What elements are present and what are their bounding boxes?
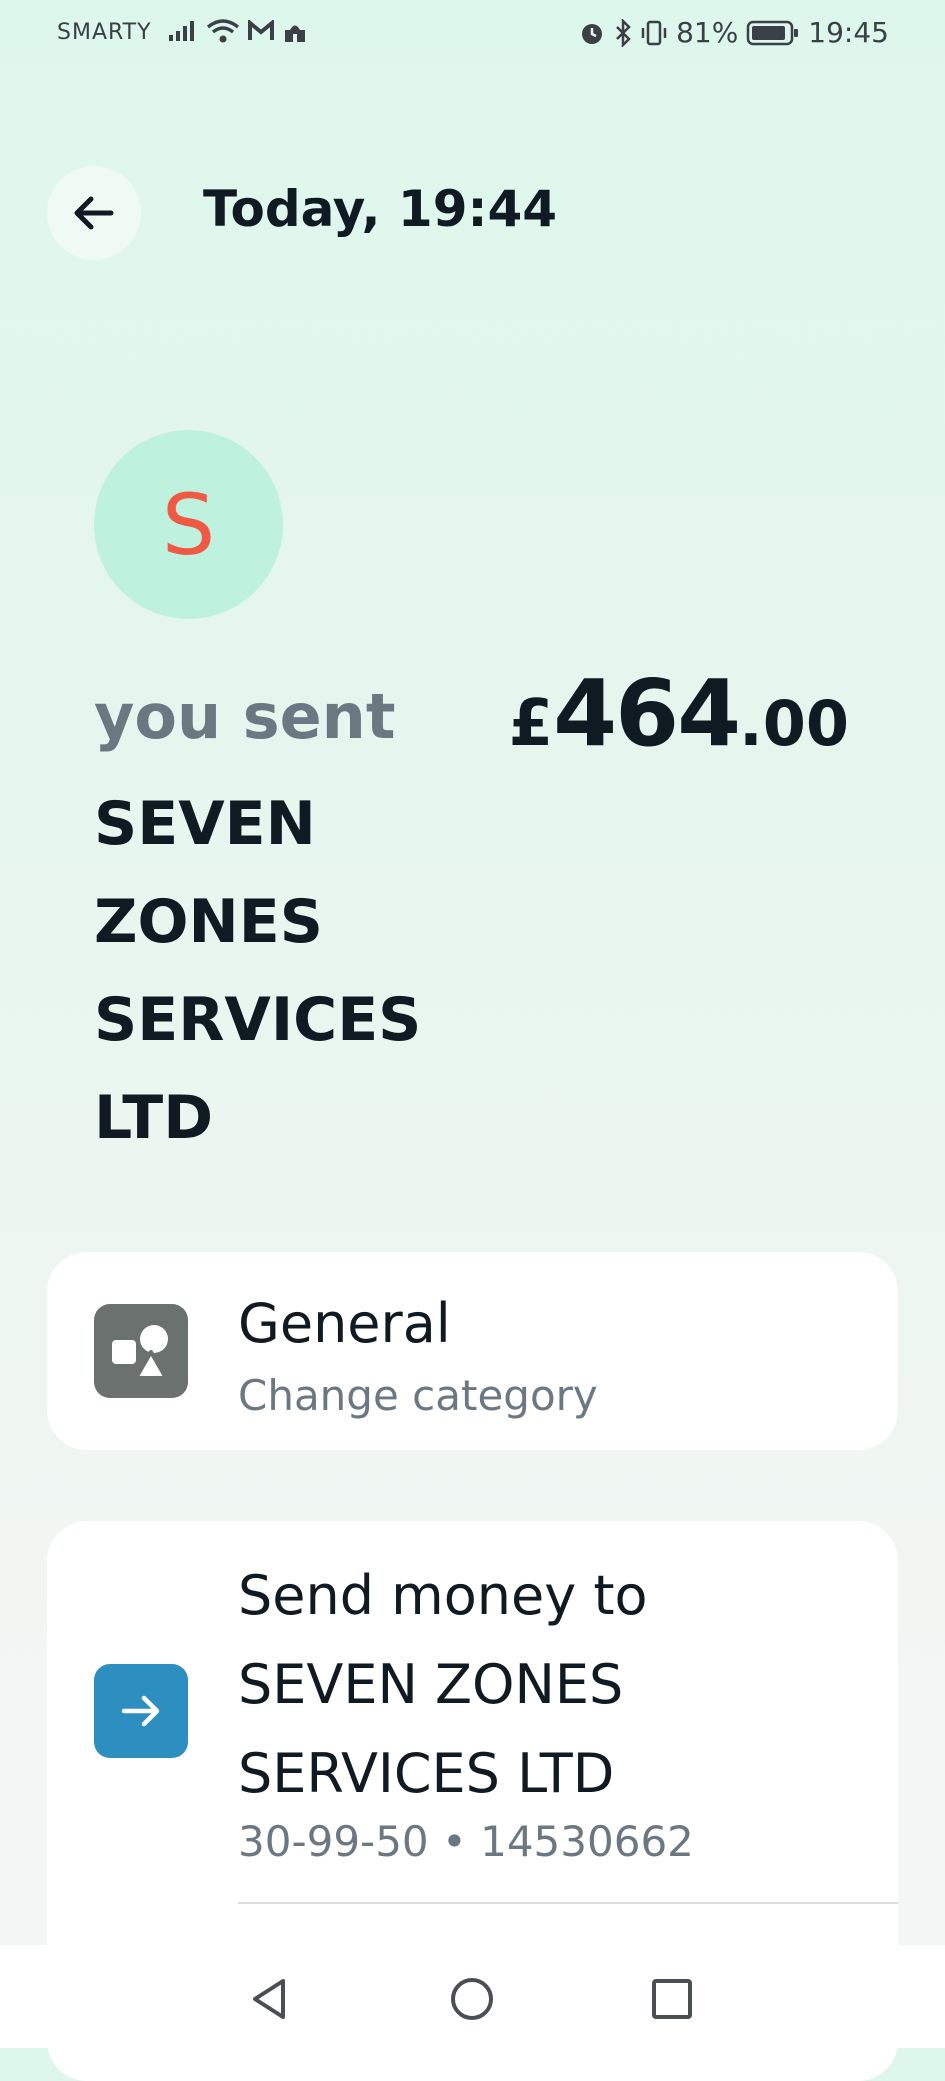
clock: 19:45 xyxy=(808,16,889,49)
amount-currency: £ xyxy=(508,687,554,761)
nav-recents-button[interactable] xyxy=(644,1971,700,2027)
alarm-icon xyxy=(582,23,603,44)
merchant-avatar: S xyxy=(94,430,283,619)
arrow-left-icon xyxy=(74,196,114,230)
you-sent-label: you sent xyxy=(94,680,396,753)
change-category-link[interactable]: Change category xyxy=(238,1371,598,1420)
recipient-line: ZONES xyxy=(94,887,323,957)
battery-percent: 81% xyxy=(676,16,739,49)
system-nav-bar xyxy=(0,1945,945,2048)
back-triangle-icon xyxy=(253,1979,285,2019)
recipient-line: LTD xyxy=(94,1083,214,1153)
recipient-line: SERVICES xyxy=(94,985,422,1055)
send-money-line: Send money to xyxy=(238,1564,648,1627)
nav-home-button[interactable] xyxy=(444,1971,500,2027)
page-title: Today, 19:44 xyxy=(203,180,558,238)
vibrate-icon xyxy=(641,20,667,45)
arrow-right-icon xyxy=(94,1664,188,1758)
recipient-name: SEVEN ZONES SERVICES LTD xyxy=(94,775,454,1167)
amount-decimal: .00 xyxy=(739,687,849,760)
recents-square-icon xyxy=(652,1979,692,2019)
back-button[interactable] xyxy=(47,166,141,260)
wifi-icon xyxy=(206,19,240,43)
gmail-icon xyxy=(248,20,274,40)
shapes-icon xyxy=(94,1304,188,1398)
nav-back-button[interactable] xyxy=(241,1971,297,2027)
category-title: General xyxy=(238,1292,451,1355)
bluetooth-icon xyxy=(616,18,631,47)
send-money-label: Send money to SEVEN ZONES SERVICES LTD xyxy=(238,1551,878,1818)
category-card[interactable]: General Change category xyxy=(47,1252,898,1450)
account-details: 30-99-50 • 14530662 xyxy=(238,1817,694,1866)
status-right: 81% 19:45 xyxy=(578,16,889,49)
status-left-icons xyxy=(168,18,308,44)
send-money-line: SERVICES LTD xyxy=(238,1742,615,1805)
divider xyxy=(238,1902,898,1904)
amount-main: 464 xyxy=(553,660,741,767)
home-circle-icon xyxy=(451,1978,493,2020)
battery-icon xyxy=(747,20,799,45)
carrier-label: SMARTY xyxy=(57,20,152,45)
send-money-line: SEVEN ZONES xyxy=(238,1653,624,1716)
recipient-line: SEVEN xyxy=(94,789,316,859)
mosque-icon xyxy=(285,25,305,42)
avatar-letter: S xyxy=(161,475,216,574)
transaction-amount: £ 464 .00 xyxy=(509,660,849,767)
signal-icon xyxy=(169,21,194,41)
status-bar: SMARTY 81% 19:45 xyxy=(0,0,945,68)
